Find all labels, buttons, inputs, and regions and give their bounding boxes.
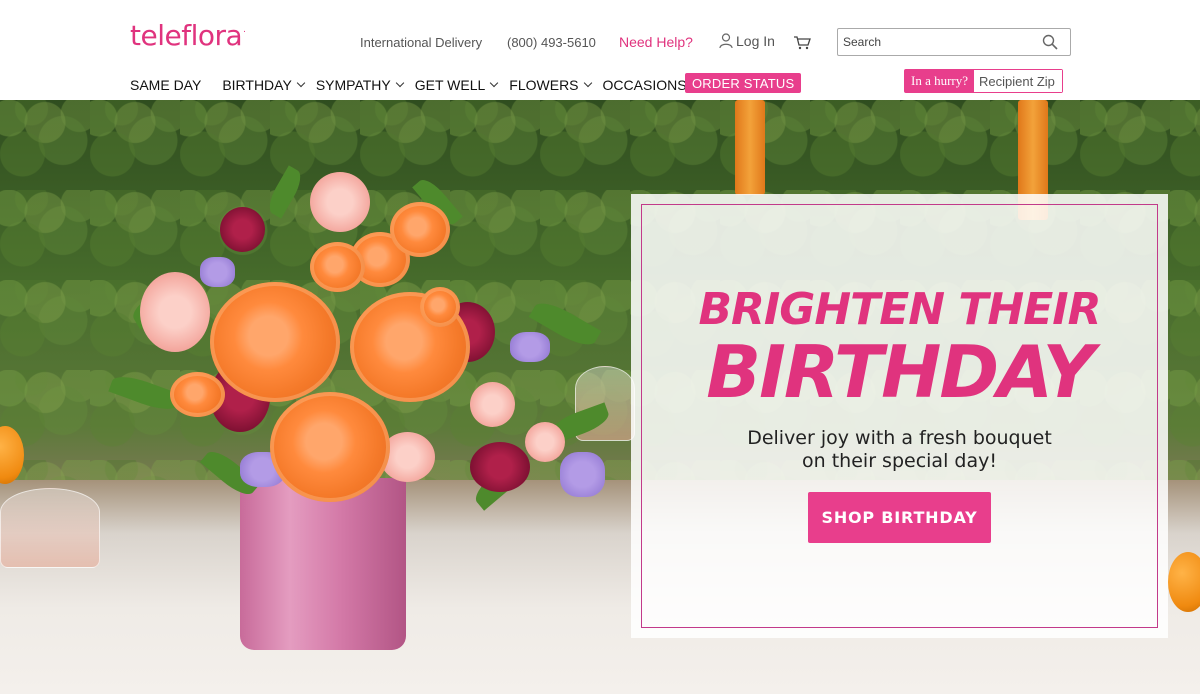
search-icon[interactable] xyxy=(1042,34,1058,55)
international-delivery-link[interactable]: International Delivery xyxy=(360,35,482,50)
nav-label: OCCASIONS xyxy=(602,77,687,93)
nav-label: FLOWERS xyxy=(509,77,579,93)
orange-fruit xyxy=(1168,552,1200,612)
promo-panel: BRIGHTEN THEIR BIRTHDAY Deliver joy with… xyxy=(631,194,1168,638)
nav-label: SAME DAY xyxy=(130,77,202,93)
login-label: Log In xyxy=(736,33,775,49)
promo-panel-border xyxy=(641,204,1158,628)
nav-birthday[interactable]: BIRTHDAY xyxy=(222,77,306,93)
phone-link[interactable]: (800) 493-5610 xyxy=(507,35,596,50)
hero-subtext: Deliver joy with a fresh bouquet on thei… xyxy=(631,427,1168,473)
nav-label: SYMPATHY xyxy=(315,77,391,93)
order-status-button[interactable]: ORDER STATUS xyxy=(685,73,802,93)
nav-sympathy[interactable]: SYMPATHY xyxy=(315,77,404,93)
chevron-down-icon xyxy=(296,78,306,88)
hero-subtext-line2: on their special day! xyxy=(802,450,997,472)
search-input[interactable] xyxy=(838,29,1038,55)
cart-button[interactable] xyxy=(793,36,811,50)
nav-flowers[interactable]: FLOWERS xyxy=(509,77,592,93)
shop-birthday-button[interactable]: SHOP BIRTHDAY xyxy=(808,492,991,543)
main-nav: SAME DAY BIRTHDAY SYMPATHY GET WELL FLOW… xyxy=(130,75,700,95)
nav-label: GET WELL xyxy=(414,77,486,93)
search-box xyxy=(837,28,1071,56)
hero-subtext-line1: Deliver joy with a fresh bouquet xyxy=(747,427,1052,449)
site-header: teleflora. International Delivery (800) … xyxy=(0,0,1200,100)
bouquet-image xyxy=(108,162,630,522)
glass-image xyxy=(0,488,100,568)
chevron-down-icon xyxy=(395,78,404,88)
in-a-hurry-label: In a hurry? xyxy=(905,70,975,92)
hero-headline-line1: BRIGHTEN THEIR xyxy=(698,284,1101,335)
need-help-link[interactable]: Need Help? xyxy=(619,34,693,50)
hero-headline-line2: BIRTHDAY xyxy=(706,330,1095,414)
chevron-down-icon xyxy=(490,78,499,88)
nav-label: BIRTHDAY xyxy=(222,77,292,93)
logo-text: teleflora xyxy=(130,19,243,52)
candle-image xyxy=(735,100,765,195)
recipient-zip-box: In a hurry? xyxy=(904,69,1064,93)
hero-banner[interactable]: BRIGHTEN THEIR BIRTHDAY Deliver joy with… xyxy=(0,100,1200,694)
nav-get-well[interactable]: GET WELL xyxy=(414,77,499,93)
user-icon xyxy=(719,33,733,49)
login-link[interactable]: Log In xyxy=(719,33,775,49)
nav-same-day[interactable]: SAME DAY xyxy=(130,77,201,93)
cart-icon xyxy=(794,36,811,50)
chevron-down-icon xyxy=(583,78,592,88)
teleflora-logo[interactable]: teleflora. xyxy=(130,19,246,52)
recipient-zip-input[interactable] xyxy=(974,70,1063,92)
logo-mark: . xyxy=(243,25,246,35)
